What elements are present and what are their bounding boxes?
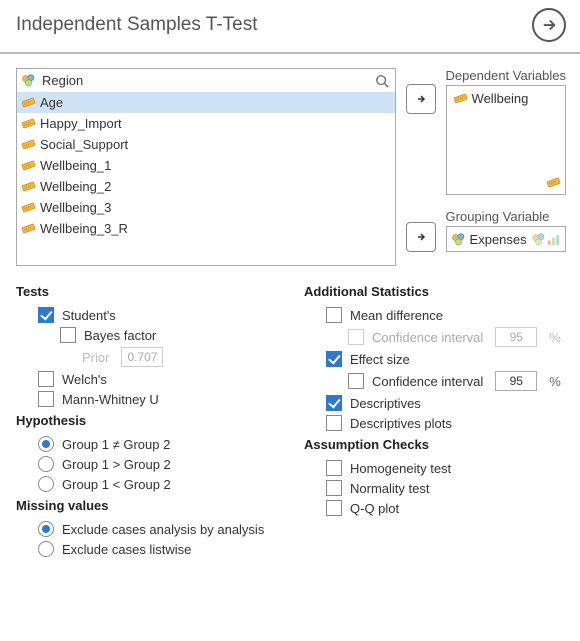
descriptives-checkbox[interactable] [326,395,342,411]
variable-name: Wellbeing_3_R [40,221,128,236]
hypothesis-gt-label: Group 1 > Group 2 [62,457,171,472]
continuous-icon [453,91,468,106]
effectsize-checkbox[interactable] [326,351,342,367]
ordinal-icon [546,232,561,247]
hypothesis-lt-radio[interactable] [38,476,54,492]
available-variables-list[interactable]: Age Happy_Import Social_Support Wellbeing_1… [16,68,396,266]
meandiff-ci-checkbox [348,329,364,345]
bayes-factor-checkbox[interactable] [60,327,76,343]
variable-name: Wellbeing_2 [40,179,111,194]
variable-name: Expenses [470,232,527,247]
page-title: Independent Samples T-Test [16,14,258,36]
list-item[interactable]: Wellbeing_2 [17,176,395,197]
hypothesis-lt-label: Group 1 < Group 2 [62,477,171,492]
continuous-icon [21,221,36,236]
continuous-icon [21,137,36,152]
list-item[interactable]: Social_Support [17,134,395,155]
arrow-right-icon [415,93,427,105]
variable-name: Social_Support [40,137,128,152]
mannwhitney-checkbox[interactable] [38,391,54,407]
arrow-right-icon [415,231,427,243]
continuous-icon [546,175,561,190]
welchs-label: Welch's [62,372,107,387]
nominal-icon [451,232,466,247]
continuous-icon [21,200,36,215]
missing-analysis-radio[interactable] [38,521,54,537]
hypothesis-neq-label: Group 1 ≠ Group 2 [62,437,170,452]
move-to-grouping-button[interactable] [406,222,436,252]
variable-name: Wellbeing_3 [40,200,111,215]
meandiff-ci-input: 95 [495,327,537,347]
hypothesis-neq-radio[interactable] [38,436,54,452]
homogeneity-label: Homogeneity test [350,461,451,476]
qqplot-label: Q-Q plot [350,501,399,516]
variable-name: Wellbeing_1 [40,158,111,173]
effectsize-ci-label: Confidence interval [372,374,483,389]
percent-label: % [549,330,561,345]
dependent-label: Dependent Variables [446,68,566,83]
arrow-right-icon [540,16,558,34]
students-checkbox[interactable] [38,307,54,323]
effectsize-ci-input[interactable]: 95 [495,371,537,391]
missing-heading: Missing values [16,498,278,513]
bayes-factor-label: Bayes factor [84,328,156,343]
prior-input[interactable]: 0.707 [121,347,163,367]
run-button[interactable] [532,8,566,42]
hypothesis-gt-radio[interactable] [38,456,54,472]
variable-name: Wellbeing [472,91,529,106]
prior-label: Prior [82,350,109,365]
meandiff-label: Mean difference [350,308,443,323]
list-item[interactable]: Wellbeing [451,90,561,107]
continuous-icon [21,116,36,131]
percent-label: % [549,374,561,389]
normality-checkbox[interactable] [326,480,342,496]
missing-analysis-label: Exclude cases analysis by analysis [62,522,264,537]
nominal-icon [21,73,36,88]
search-input[interactable] [40,72,371,89]
list-item[interactable]: Wellbeing_3 [17,197,395,218]
addstats-heading: Additional Statistics [304,284,566,299]
dependent-variables-box[interactable]: Wellbeing [446,85,566,195]
continuous-icon [21,95,36,110]
meandiff-checkbox[interactable] [326,307,342,323]
effectsize-ci-checkbox[interactable] [348,373,364,389]
move-to-dependent-button[interactable] [406,84,436,114]
students-label: Student's [62,308,116,323]
descriptives-label: Descriptives [350,396,421,411]
nominal-icon [531,232,546,247]
search-icon [375,74,389,88]
qqplot-checkbox[interactable] [326,500,342,516]
list-item[interactable]: Age [17,92,395,113]
grouping-variable-box[interactable]: Expenses [446,226,566,252]
continuous-icon [21,158,36,173]
continuous-icon [21,179,36,194]
assumption-heading: Assumption Checks [304,437,566,452]
welchs-checkbox[interactable] [38,371,54,387]
variable-name: Age [40,95,63,110]
homogeneity-checkbox[interactable] [326,460,342,476]
tests-heading: Tests [16,284,278,299]
missing-listwise-label: Exclude cases listwise [62,542,191,557]
list-item[interactable]: Happy_Import [17,113,395,134]
effectsize-label: Effect size [350,352,410,367]
descriptives-plots-label: Descriptives plots [350,416,452,431]
descriptives-plots-checkbox[interactable] [326,415,342,431]
list-item[interactable]: Wellbeing_1 [17,155,395,176]
normality-label: Normality test [350,481,429,496]
grouping-label: Grouping Variable [446,209,566,224]
mannwhitney-label: Mann-Whitney U [62,392,159,407]
meandiff-ci-label: Confidence interval [372,330,483,345]
missing-listwise-radio[interactable] [38,541,54,557]
list-item[interactable]: Wellbeing_3_R [17,218,395,239]
hypothesis-heading: Hypothesis [16,413,278,428]
variable-name: Happy_Import [40,116,122,131]
